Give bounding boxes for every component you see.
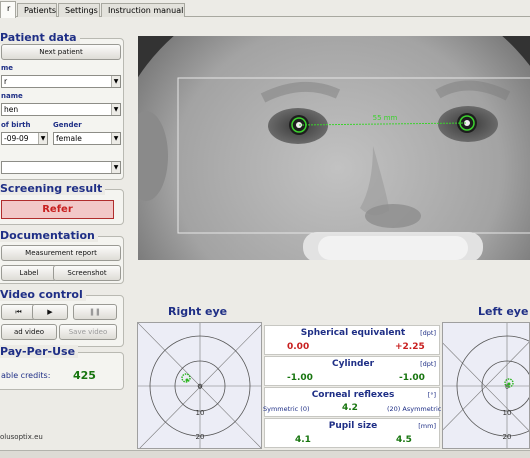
pause-button[interactable]: ❚❚ [73, 304, 117, 320]
screening-result-badge: Refer [1, 200, 114, 219]
next-patient-button[interactable]: Next patient [1, 44, 121, 60]
tab-instruction-manual-label: Instruction manual [108, 6, 184, 15]
tab-patients[interactable]: Patients [17, 3, 57, 17]
tab-settings-label: Settings [65, 6, 98, 15]
date-of-birth-label: of birth [1, 121, 31, 129]
spherical-equivalent-title: Spherical equivalent [300, 328, 406, 338]
pupil-size-block: Pupil size [mm] 4.1 4.5 [264, 418, 440, 448]
pay-per-use-panel: Pay-Per-Use able credits: 425 [0, 345, 124, 390]
corneal-reflexes-asymmetric-caption: (20) Asymmetric [387, 405, 442, 413]
skip-back-button[interactable]: ⏮ [1, 304, 36, 320]
chevron-down-icon[interactable]: ▼ [111, 76, 120, 87]
save-video-button[interactable]: Save video [59, 324, 117, 340]
chevron-down-icon[interactable]: ▼ [111, 162, 120, 173]
chevron-down-icon[interactable]: ▼ [38, 133, 47, 144]
play-button[interactable]: ▶ [32, 304, 68, 320]
load-video-button[interactable]: ad video [1, 324, 57, 340]
last-name-value: r [4, 77, 8, 86]
measurement-report-button[interactable]: Measurement report [1, 245, 121, 261]
spherical-equivalent-unit: [dpt] [420, 329, 436, 337]
corneal-reflexes-value: 4.2 [342, 403, 358, 413]
video-control-title: Video control [0, 288, 86, 301]
date-of-birth-field[interactable]: -09-09 ▼ [1, 132, 48, 145]
pay-per-use-title: Pay-Per-Use [0, 345, 79, 358]
right-eye-target: 10 20 0 [137, 322, 262, 449]
patient-data-title: Patient data [0, 31, 80, 44]
cylinder-right-value: -1.00 [287, 373, 313, 383]
credits-label: able credits: [1, 371, 51, 380]
play-icon: ▶ [47, 308, 53, 316]
status-bar [0, 450, 530, 458]
tab-screening[interactable]: r [0, 1, 16, 18]
date-of-birth-value: -09-09 [4, 134, 29, 143]
screenshot-button[interactable]: Screenshot [53, 265, 121, 281]
cylinder-block: Cylinder [dpt] -1.00 -1.00 [264, 356, 440, 386]
chevron-down-icon[interactable]: ▼ [111, 133, 120, 144]
left-eye-ring-label-outer: 20 [503, 433, 512, 441]
gender-label: Gender [53, 121, 82, 129]
spherical-equivalent-right-value: 0.00 [287, 342, 310, 352]
spherical-equivalent-block: Spherical equivalent [dpt] 0.00 +2.25 [264, 325, 440, 355]
credits-value: 425 [73, 369, 96, 382]
pupil-size-title: Pupil size [328, 421, 378, 431]
camera-view: 55 mm [138, 36, 530, 260]
tab-instruction-manual[interactable]: Instruction manual [101, 3, 185, 17]
first-name-value: hen [4, 105, 19, 114]
documentation-title: Documentation [0, 229, 98, 242]
gender-select[interactable]: female ▼ [53, 132, 121, 145]
camera-image: 55 mm [138, 36, 530, 260]
screening-result-panel: Screening result Refer [0, 182, 124, 225]
first-name-field[interactable]: hen ▼ [1, 103, 121, 116]
pause-icon: ❚❚ [89, 308, 101, 316]
last-name-label: me [1, 64, 14, 72]
skip-back-icon: ⏮ [15, 308, 22, 316]
chevron-down-icon[interactable]: ▼ [111, 104, 120, 115]
patient-data-panel: Patient data Next patient me r ▼ name he… [0, 31, 124, 180]
right-eye-title: Right eye [168, 305, 228, 318]
right-eye-center-label: 0 [198, 384, 202, 391]
left-eye-title: Left eye [478, 305, 529, 318]
right-eye-target-plot: 10 20 0 [138, 323, 261, 448]
extra-select[interactable]: ▼ [1, 161, 121, 174]
left-eye-target-plot: 10 20 0 [443, 323, 529, 448]
documentation-panel: Documentation Measurement report Label S… [0, 229, 124, 284]
first-name-label: name [1, 92, 23, 100]
results-panel: Spherical equivalent [dpt] 0.00 +2.25 Cy… [263, 325, 442, 448]
corneal-reflexes-block: Corneal reflexes [°] Symmetric (0) 4.2 (… [263, 387, 442, 417]
corneal-reflexes-unit: [°] [427, 391, 436, 399]
spherical-equivalent-left-value: +2.25 [395, 342, 425, 352]
cylinder-unit: [dpt] [420, 360, 436, 368]
tab-patients-label: Patients [24, 6, 57, 15]
corneal-reflexes-symmetric-caption: Symmetric (0) [263, 405, 310, 413]
pupil-size-unit: [mm] [418, 422, 436, 430]
gender-value: female [56, 134, 82, 143]
pupil-distance-label: 55 mm [373, 114, 398, 122]
screening-result-title: Screening result [0, 182, 106, 195]
cylinder-left-value: -1.00 [399, 373, 425, 383]
label-button[interactable]: Label [1, 265, 57, 281]
right-eye-reflex-marker [181, 373, 191, 383]
website-text: olusoptix.eu [0, 433, 43, 441]
cylinder-title: Cylinder [331, 359, 375, 369]
pupil-size-right-value: 4.1 [295, 435, 311, 445]
corneal-reflexes-title: Corneal reflexes [311, 390, 395, 400]
left-eye-ring-label-inner: 10 [503, 409, 512, 417]
right-eye-ring-label-outer: 20 [196, 433, 205, 441]
video-control-panel: Video control ⏮ ▶ ❚❚ ad video Save video [0, 288, 124, 347]
last-name-field[interactable]: r ▼ [1, 75, 121, 88]
tab-bar: r Patients Settings Instruction manual [0, 0, 530, 18]
pupil-size-left-value: 4.5 [396, 435, 412, 445]
left-eye-target: 10 20 0 [442, 322, 530, 449]
tab-settings[interactable]: Settings [58, 3, 100, 17]
right-eye-ring-label-inner: 10 [196, 409, 205, 417]
tab-screening-label: r [7, 4, 11, 13]
